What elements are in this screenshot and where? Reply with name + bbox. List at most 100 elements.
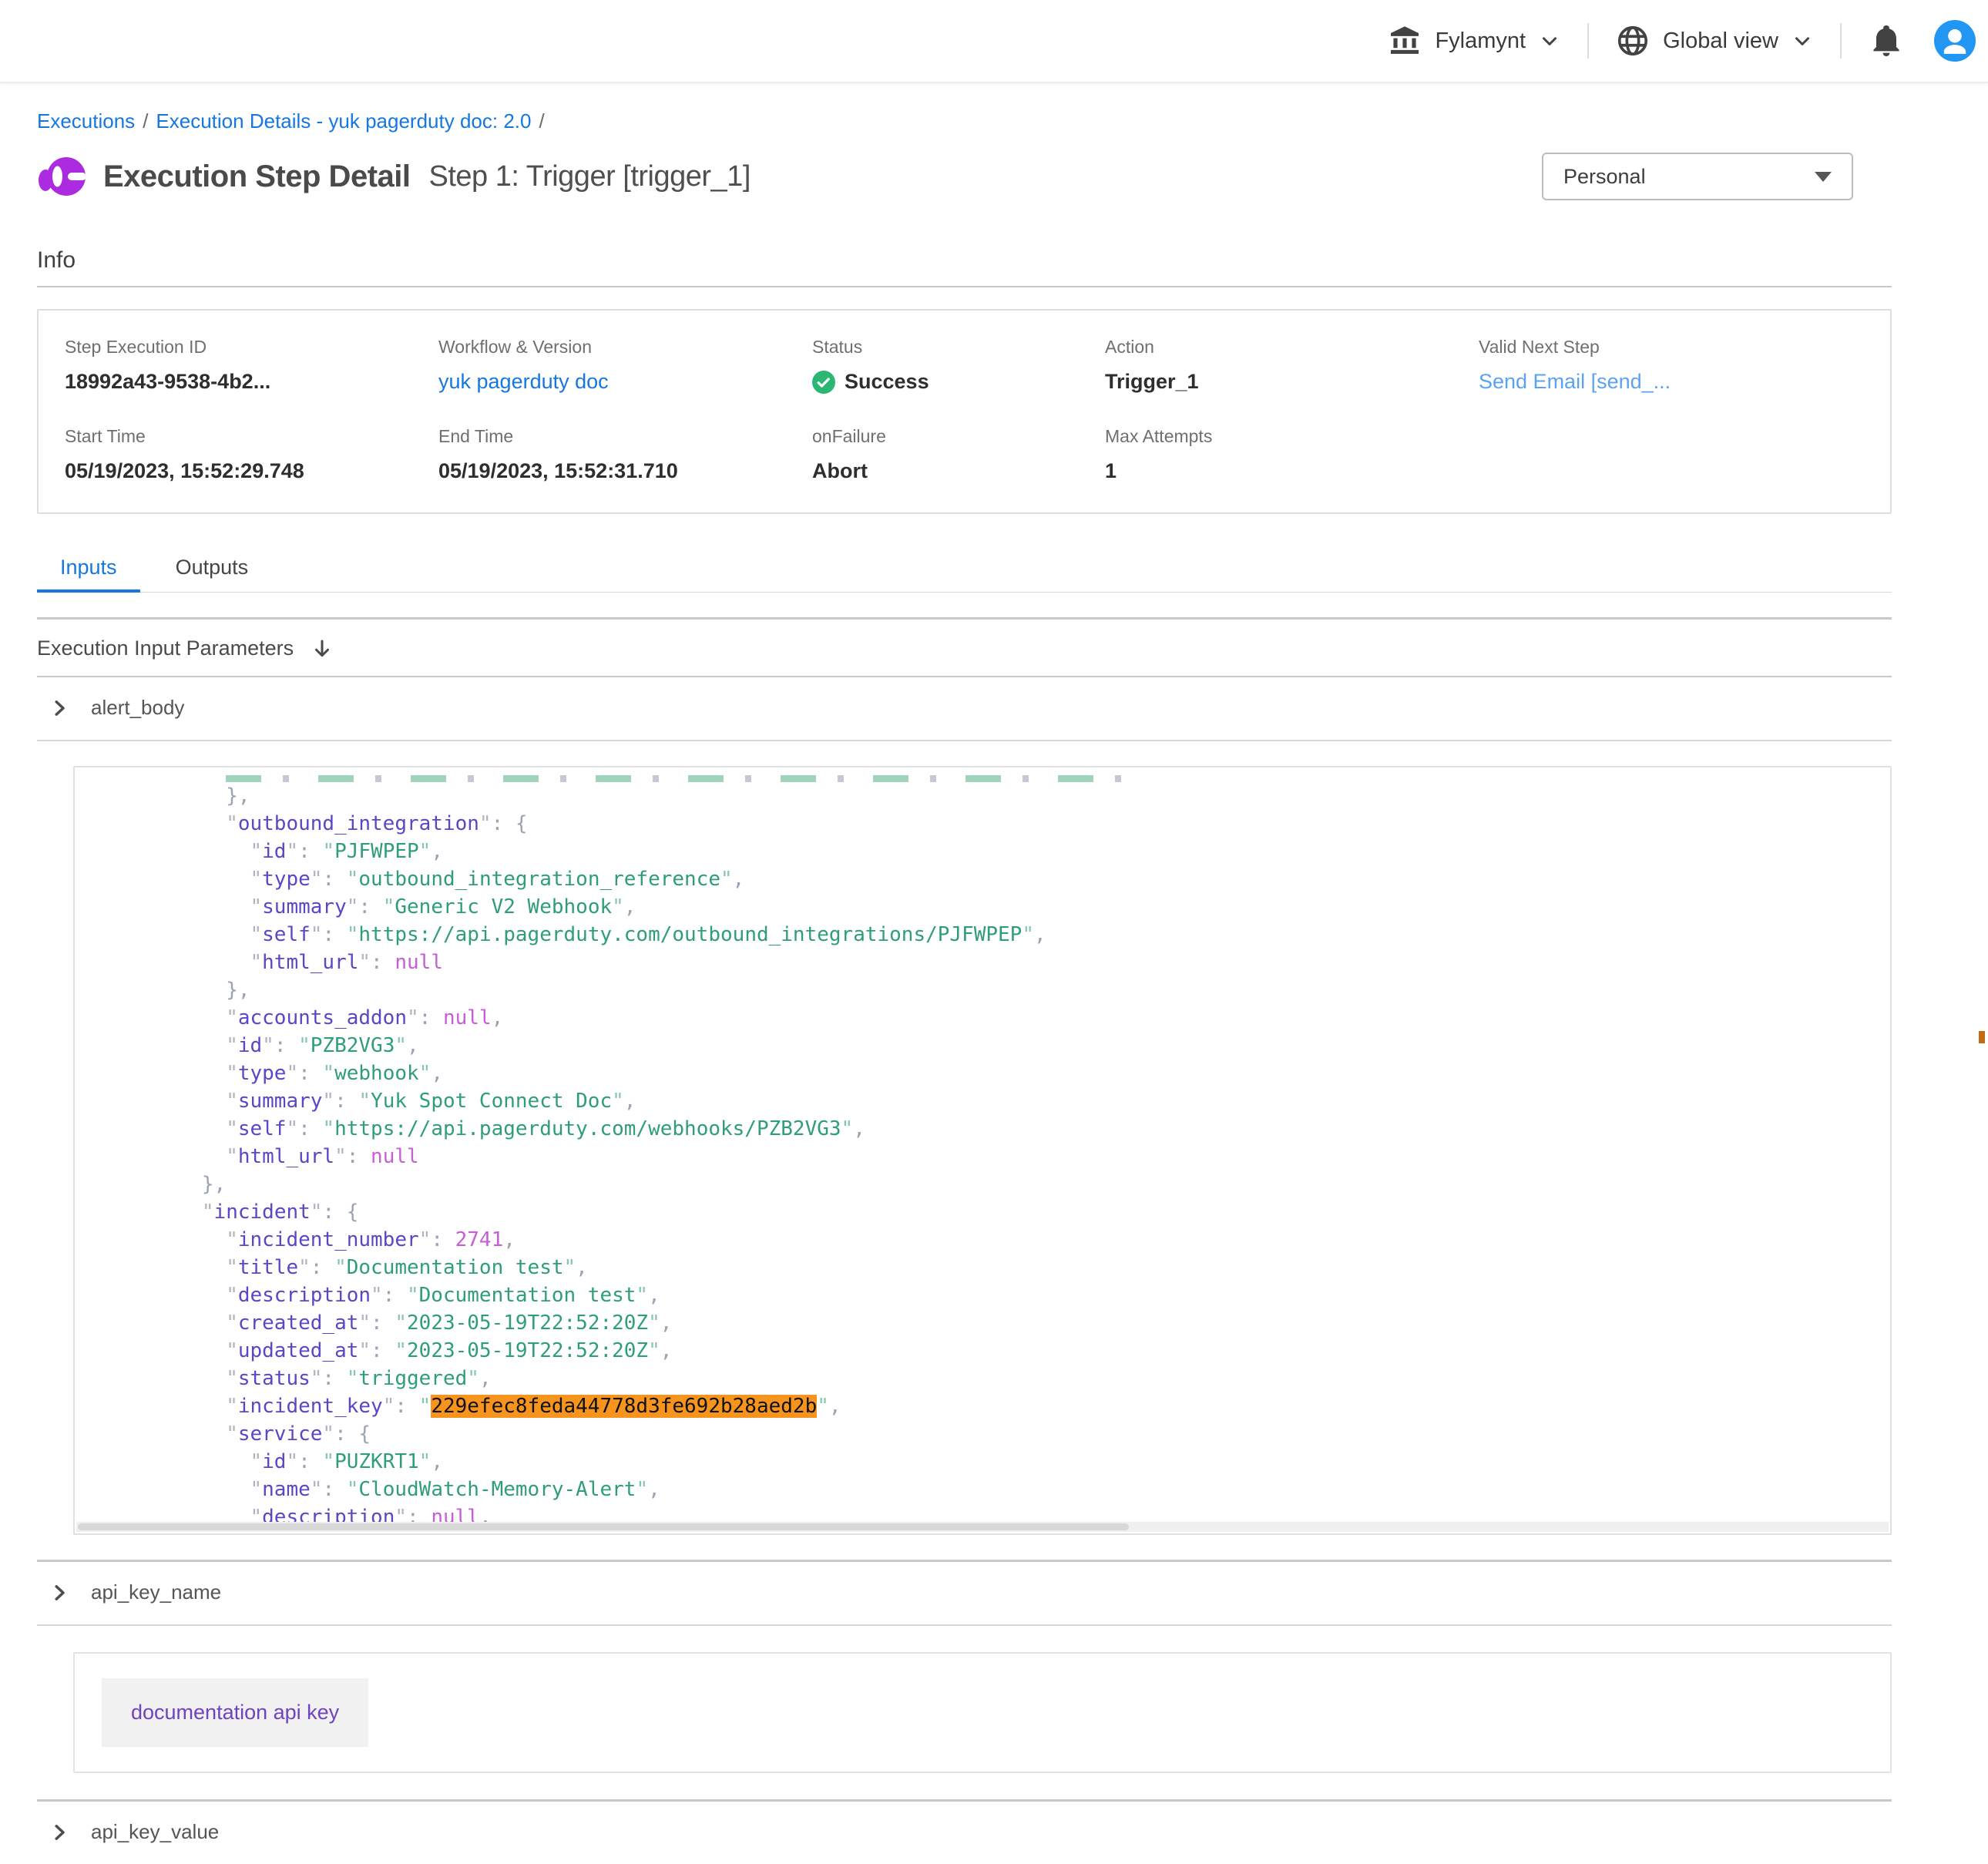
- horizontal-scrollbar[interactable]: [76, 1522, 1889, 1532]
- code-line: },: [93, 782, 1890, 810]
- param-label: api_key_value: [91, 1820, 219, 1844]
- bank-icon: [1387, 23, 1422, 59]
- info-field-label: Status: [812, 337, 1105, 358]
- top-bar: Fylamynt Global view: [0, 0, 1988, 83]
- code-line: "self": "https://api.pagerduty.com/outbo…: [93, 921, 1890, 949]
- param-row-alert-body[interactable]: alert_body: [37, 677, 1892, 740]
- horizontal-scrollbar-thumb[interactable]: [78, 1523, 1129, 1530]
- divider: [37, 1624, 1892, 1626]
- page-title: Execution Step Detail: [103, 160, 410, 194]
- code-line: "created_at": "2023-05-19T22:52:20Z",: [93, 1309, 1890, 1337]
- info-card: Step Execution ID18992a43-9538-4b2...Wor…: [37, 309, 1892, 514]
- status-value: Success: [812, 370, 1105, 394]
- text-value: Abort: [812, 459, 1105, 483]
- success-check-icon: [812, 371, 835, 394]
- info-field: End Time 05/19/2023, 15:52:31.710: [438, 426, 812, 483]
- text-value: 05/19/2023, 15:52:31.710: [438, 459, 812, 483]
- caret-down-icon: [1815, 172, 1832, 182]
- execution-input-parameters-label: Execution Input Parameters: [37, 636, 294, 660]
- code-line: "summary": "Generic V2 Webhook",: [93, 893, 1890, 921]
- link-value[interactable]: Send Email [send_...: [1479, 370, 1882, 394]
- text-value: Trigger_1: [1105, 370, 1479, 394]
- info-field: Start Time 05/19/2023, 15:52:29.748: [65, 426, 438, 483]
- view-switcher[interactable]: Global view: [1615, 23, 1814, 59]
- info-field-label: Action: [1105, 337, 1479, 358]
- code-line: "incident": {: [93, 1198, 1890, 1226]
- tab-inputs[interactable]: Inputs: [37, 546, 140, 592]
- code-line: "id": "PUZKRT1",: [93, 1448, 1890, 1476]
- info-field: onFailure Abort: [812, 426, 1105, 483]
- breadcrumb-separator: /: [531, 109, 552, 133]
- api-key-name-card: documentation api key: [73, 1652, 1892, 1773]
- breadcrumb: Executions /Execution Details - yuk pager…: [37, 109, 1892, 133]
- chevron-right-icon: [48, 1581, 71, 1604]
- tabs: Inputs Outputs: [37, 546, 1892, 593]
- code-line: "incident_number": 2741,: [93, 1226, 1890, 1254]
- user-avatar[interactable]: [1934, 20, 1976, 62]
- code-line: "id": "PZB2VG3",: [93, 1032, 1890, 1060]
- main-content: Executions /Execution Details - yuk pager…: [0, 109, 1988, 1864]
- param-row-api-key-value[interactable]: api_key_value: [37, 1802, 1892, 1864]
- breadcrumb-item[interactable]: Execution Details - yuk pagerduty doc: 2…: [156, 109, 531, 133]
- info-field: Max Attempts 1: [1105, 426, 1479, 483]
- info-field: [1479, 426, 1882, 483]
- code-line: "title": "Documentation test",: [93, 1254, 1890, 1281]
- execution-input-parameters-header: Execution Input Parameters: [37, 620, 1892, 676]
- scope-select-value: Personal: [1563, 165, 1646, 189]
- chevron-down-icon: [1538, 29, 1561, 52]
- code-line: "accounts_addon": null,: [93, 1004, 1890, 1032]
- code-line: "html_url": null: [93, 1143, 1890, 1170]
- param-row-api-key-name[interactable]: api_key_name: [37, 1562, 1892, 1624]
- code-line: },: [93, 976, 1890, 1004]
- info-field: Valid Next Step Send Email [send_...: [1479, 337, 1882, 394]
- arrow-down-icon[interactable]: [311, 637, 334, 660]
- code-line: "status": "triggered",: [93, 1365, 1890, 1392]
- code-line: "id": "PJFWPEP",: [93, 838, 1890, 865]
- scrollbar-highlight-marker: [1979, 1031, 1985, 1043]
- chevron-right-icon: [48, 697, 71, 720]
- page-subtitle: Step 1: Trigger [trigger_1]: [428, 160, 750, 193]
- link-value[interactable]: yuk pagerduty doc: [438, 370, 812, 394]
- text-value: 05/19/2023, 15:52:29.748: [65, 459, 438, 483]
- info-field: Workflow & Version yuk pagerduty doc: [438, 337, 812, 394]
- clipped-code-line: [93, 772, 1890, 782]
- info-field: Step Execution ID18992a43-9538-4b2...: [65, 337, 438, 394]
- info-field-label: Max Attempts: [1105, 426, 1479, 447]
- code-line: "html_url": null: [93, 949, 1890, 976]
- org-label: Fylamynt: [1435, 29, 1526, 54]
- param-label: alert_body: [91, 696, 184, 720]
- chevron-right-icon: [48, 1821, 71, 1844]
- api-key-name-chip[interactable]: documentation api key: [102, 1678, 368, 1747]
- info-field: Action Trigger_1: [1105, 337, 1479, 394]
- info-field-label: Workflow & Version: [438, 337, 812, 358]
- code-line: "updated_at": "2023-05-19T22:52:20Z",: [93, 1337, 1890, 1365]
- code-line: "incident_key": "229efec8feda44778d3fe69…: [93, 1392, 1890, 1420]
- info-heading: Info: [37, 247, 1892, 274]
- notifications-bell-icon[interactable]: [1868, 22, 1905, 59]
- info-field-label: Valid Next Step: [1479, 337, 1882, 358]
- info-grid: Step Execution ID18992a43-9538-4b2...Wor…: [65, 337, 1882, 483]
- code-line: "description": "Documentation test",: [93, 1281, 1890, 1309]
- info-field-label: End Time: [438, 426, 812, 447]
- tab-outputs[interactable]: Outputs: [153, 546, 272, 592]
- chevron-down-icon: [1791, 29, 1814, 52]
- info-field-label: Step Execution ID: [65, 337, 438, 358]
- alert-body-json-viewer[interactable]: }, "outbound_integration": { "id": "PJFW…: [73, 766, 1892, 1535]
- globe-icon: [1615, 23, 1651, 59]
- workflow-logo-icon: [37, 152, 86, 201]
- param-label: api_key_name: [91, 1580, 221, 1604]
- code-line: "self": "https://api.pagerduty.com/webho…: [93, 1115, 1890, 1143]
- org-switcher[interactable]: Fylamynt: [1387, 23, 1561, 59]
- breadcrumb-item[interactable]: Executions: [37, 109, 135, 133]
- divider: [37, 740, 1892, 741]
- view-label: Global view: [1663, 29, 1778, 54]
- text-value: 1: [1105, 459, 1479, 483]
- divider: [37, 286, 1892, 287]
- info-field-label: Start Time: [65, 426, 438, 447]
- header-divider: [1840, 23, 1842, 59]
- header-divider: [1587, 23, 1589, 59]
- info-field-label: onFailure: [812, 426, 1105, 447]
- scope-select[interactable]: Personal: [1542, 153, 1853, 200]
- title-row: Execution Step Detail Step 1: Trigger [t…: [37, 149, 1892, 204]
- code-line: "service": {: [93, 1420, 1890, 1448]
